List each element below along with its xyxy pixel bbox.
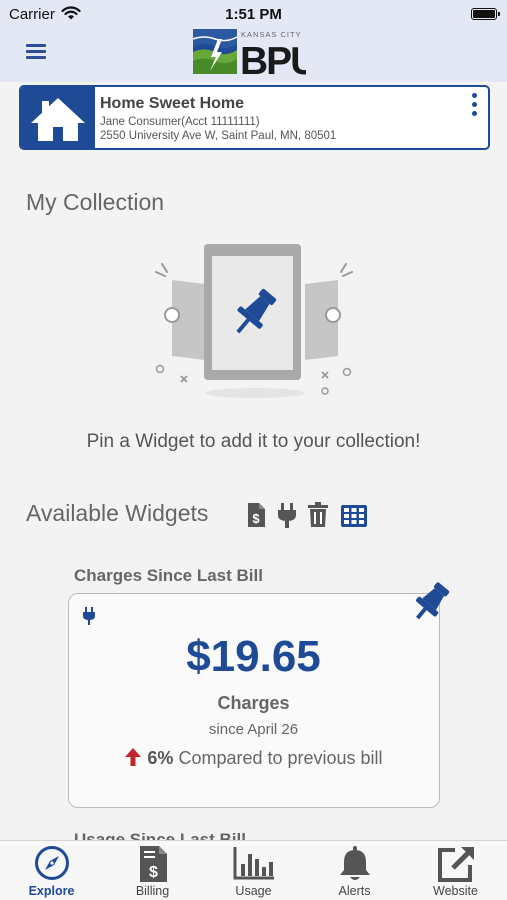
home-icon <box>21 87 95 148</box>
account-address: 2550 University Ave W, Saint Paul, MN, 8… <box>100 130 337 142</box>
charges-widget-card[interactable]: $19.65 Charges since April 26 6% Compare… <box>68 582 450 808</box>
svg-text:$: $ <box>252 511 260 526</box>
billing-doc-icon[interactable]: $ <box>245 502 267 528</box>
status-bar: Carrier 1:51 PM <box>0 0 507 28</box>
trash-icon[interactable] <box>307 502 329 528</box>
account-card[interactable]: Home Sweet Home Jane Consumer(Acct 11111… <box>19 85 490 150</box>
tab-website[interactable]: Website <box>405 841 506 900</box>
battery-icon <box>471 8 500 20</box>
plug-icon <box>83 607 95 625</box>
next-widget-title: Usage Since Last Bill <box>74 830 246 840</box>
tab-usage[interactable]: Usage <box>203 841 304 900</box>
since-date: since April 26 <box>208 721 299 738</box>
account-holder: Jane Consumer(Acct 11111111) <box>100 116 260 128</box>
bottom-tab-bar: Explore $ Billing Usage Alerts Website <box>0 840 507 900</box>
tab-explore[interactable]: Explore <box>1 841 102 900</box>
bill-comparison: 6% Compared to previous bill <box>69 747 438 769</box>
svg-text:KANSAS CITY: KANSAS CITY <box>241 30 302 39</box>
external-link-icon <box>437 847 474 882</box>
empty-collection-illustration <box>155 244 353 398</box>
bpu-logo: KANSAS CITY BPU <box>192 29 306 77</box>
plug-icon[interactable] <box>276 502 298 528</box>
tab-alerts[interactable]: Alerts <box>304 841 405 900</box>
tab-billing[interactable]: $ Billing <box>102 841 203 900</box>
hamburger-menu-button[interactable] <box>26 44 46 59</box>
charges-amount: $19.65 <box>186 632 321 681</box>
app-header: KANSAS CITY BPU <box>0 28 507 82</box>
empty-collection-message: Pin a Widget to add it to your collectio… <box>86 431 421 452</box>
bill-icon: $ <box>139 846 167 882</box>
bar-chart-icon <box>233 847 274 880</box>
change-percent: 6% <box>147 748 174 768</box>
svg-text:BPU: BPU <box>240 40 306 77</box>
available-widgets-title: Available Widgets <box>26 500 209 526</box>
charges-label: Charges <box>217 693 290 713</box>
bell-icon <box>339 846 370 880</box>
trend-up-arrow-icon <box>125 748 142 766</box>
my-collection-title: My Collection <box>26 189 165 215</box>
compare-text: Compared to previous bill <box>178 748 383 768</box>
clock: 1:51 PM <box>225 6 282 23</box>
svg-text:$: $ <box>149 864 158 881</box>
compass-icon <box>34 846 69 880</box>
pin-widget-button[interactable] <box>409 580 453 624</box>
widget-title: Charges Since Last Bill <box>74 566 263 585</box>
grid-icon[interactable] <box>341 505 367 527</box>
account-name: Home Sweet Home <box>100 95 245 112</box>
account-options-button[interactable] <box>471 93 479 117</box>
